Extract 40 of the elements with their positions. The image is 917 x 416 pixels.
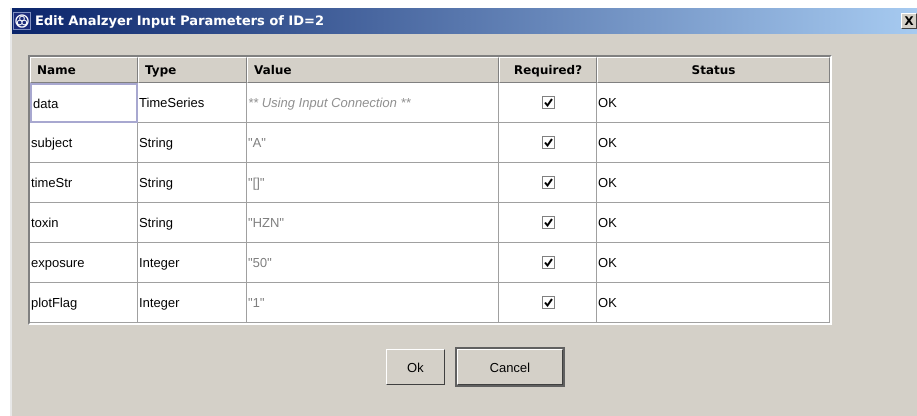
checkbox[interactable]: [542, 296, 554, 309]
table-cell: plotFlag: [30, 283, 138, 323]
table-cell: ** Using Input Connection **: [247, 83, 499, 123]
table-cell: exposure: [30, 243, 138, 283]
column-header[interactable]: Value: [247, 57, 499, 83]
checkbox[interactable]: [542, 176, 554, 189]
table-cell: String: [138, 203, 247, 243]
checkbox[interactable]: [542, 216, 554, 229]
checkbox[interactable]: [542, 96, 554, 109]
table-cell: "50": [247, 243, 499, 283]
table-cell: "HZN": [247, 203, 499, 243]
column-header[interactable]: Name: [30, 57, 138, 83]
table-cell: "[]": [247, 163, 499, 203]
close-button[interactable]: X: [901, 13, 917, 29]
ok-button[interactable]: Ok: [386, 349, 445, 385]
checkbox[interactable]: [542, 256, 554, 269]
table-cell: OK: [597, 83, 830, 123]
table-cell: OK: [597, 123, 830, 163]
table-cell: data: [30, 83, 138, 123]
table-cell: OK: [597, 243, 830, 283]
table-cell: OK: [597, 203, 830, 243]
window-title: Edit Analzyer Input Parameters of ID=2: [35, 14, 325, 28]
table-cell: "1": [247, 283, 499, 323]
column-header[interactable]: Required?: [499, 57, 597, 83]
table-cell: Integer: [138, 243, 247, 283]
column-header[interactable]: Status: [597, 57, 830, 83]
app-icon: [13, 12, 31, 30]
table-cell: "A": [247, 123, 499, 163]
checkbox[interactable]: [542, 136, 554, 149]
table-cell: subject: [30, 123, 138, 163]
table-cell: OK: [597, 163, 830, 203]
column-header[interactable]: Type: [138, 57, 247, 83]
table-cell: OK: [597, 283, 830, 323]
cancel-button[interactable]: Cancel: [456, 349, 564, 385]
table-cell: String: [138, 123, 247, 163]
table-cell: String: [138, 163, 247, 203]
table-cell: TimeSeries: [138, 83, 247, 123]
table-cell: timeStr: [30, 163, 138, 203]
table-cell: Integer: [138, 283, 247, 323]
table-cell: toxin: [30, 203, 138, 243]
